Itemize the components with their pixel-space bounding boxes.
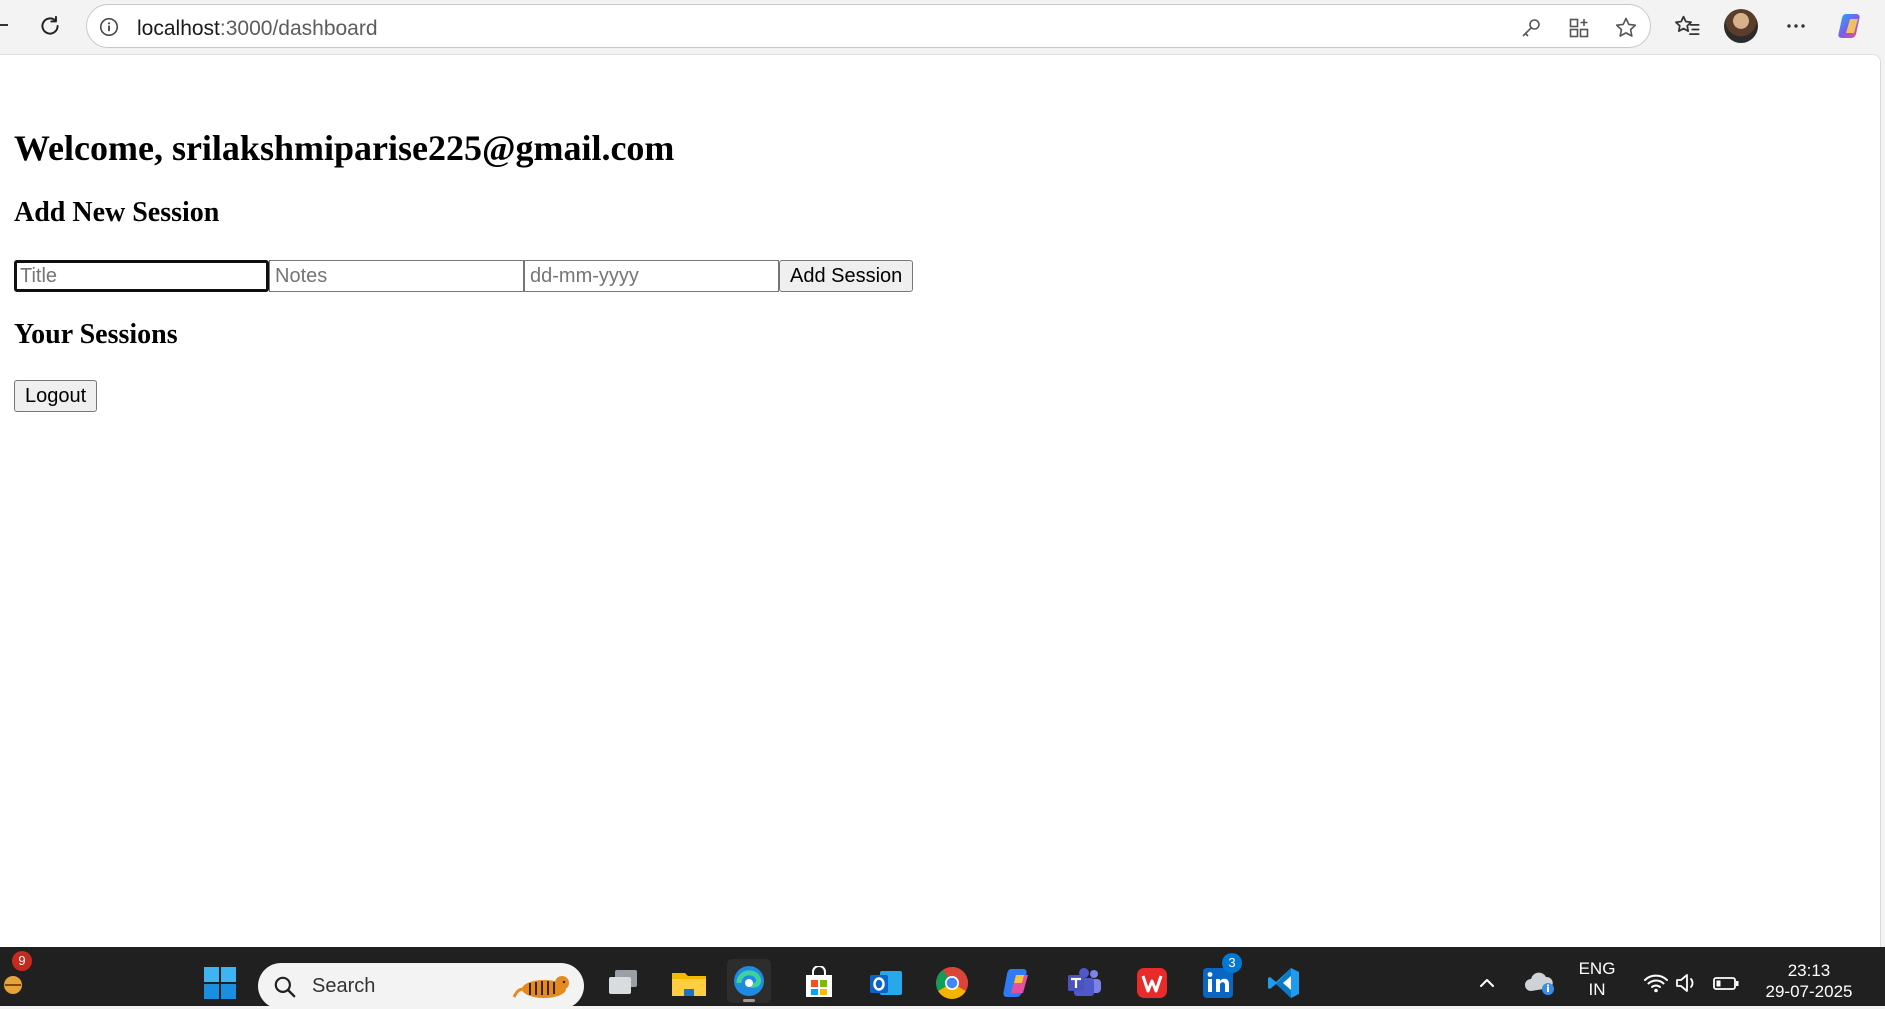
outlook-icon[interactable] xyxy=(864,961,908,1005)
vscode-icon[interactable] xyxy=(1262,961,1306,1005)
file-explorer-icon[interactable] xyxy=(667,961,711,1005)
search-icon xyxy=(274,976,296,998)
windows-taskbar: 9 Search 3 ENG IN 23:13 29-07-2025 xyxy=(0,947,1885,1009)
widgets-badge: 9 xyxy=(12,951,32,971)
onedrive-status-icon[interactable] xyxy=(1520,961,1560,1005)
linkedin-icon[interactable]: 3 xyxy=(1196,953,1242,1005)
your-sessions-heading: Your Sessions xyxy=(14,319,178,350)
language-code: ENG xyxy=(1578,959,1616,978)
url-path: :3000/dashboard xyxy=(219,17,378,40)
add-session-button[interactable]: Add Session xyxy=(779,260,914,292)
date-input[interactable] xyxy=(524,260,779,292)
edge-icon[interactable] xyxy=(727,959,771,1003)
avatar xyxy=(1724,9,1758,43)
clock[interactable]: 23:13 29-07-2025 xyxy=(1753,960,1865,1002)
show-hidden-icons-chevron-icon[interactable] xyxy=(1470,961,1504,1005)
url-host: localhost xyxy=(137,17,220,40)
reload-icon xyxy=(41,15,59,35)
task-view-icon[interactable] xyxy=(601,961,645,1005)
notes-input[interactable] xyxy=(269,260,524,292)
logout-button[interactable]: Logout xyxy=(14,380,98,412)
taskbar-search-box[interactable]: Search xyxy=(258,963,584,1009)
linkedin-badge: 3 xyxy=(1222,953,1242,973)
wps-office-icon[interactable] xyxy=(1130,961,1174,1005)
search-label: Search xyxy=(312,975,376,997)
add-session-form: Add Session xyxy=(14,260,914,292)
browser-toolbar: localhost:3000/dashboard xyxy=(0,0,1885,54)
wifi-icon[interactable] xyxy=(1639,961,1673,1005)
microsoft-store-icon[interactable] xyxy=(797,961,841,1005)
page-viewport: Welcome, srilakshmiparise225@gmail.com A… xyxy=(0,54,1881,947)
windows-start-icon[interactable] xyxy=(198,961,242,1005)
widgets-icon[interactable]: 9 xyxy=(0,951,32,1005)
clock-date: 29-07-2025 xyxy=(1765,982,1853,1001)
app-available-icon[interactable] xyxy=(1566,15,1592,41)
title-input[interactable] xyxy=(14,260,269,292)
favorites-icon[interactable] xyxy=(1670,9,1704,43)
reload-button[interactable] xyxy=(34,10,66,42)
back-icon[interactable] xyxy=(0,24,8,26)
address-bar[interactable]: localhost:3000/dashboard xyxy=(86,4,1651,48)
battery-icon[interactable] xyxy=(1709,961,1743,1005)
more-options-icon[interactable] xyxy=(1779,9,1813,43)
favorite-star-icon[interactable] xyxy=(1613,15,1639,41)
profile-avatar[interactable] xyxy=(1724,9,1758,43)
volume-icon[interactable] xyxy=(1670,961,1704,1005)
language-region: IN xyxy=(1588,980,1606,999)
chrome-icon[interactable] xyxy=(930,961,974,1005)
add-session-heading: Add New Session xyxy=(14,197,220,228)
password-key-icon[interactable] xyxy=(1518,15,1544,41)
tiger-highlight-icon xyxy=(512,976,569,998)
teams-icon[interactable] xyxy=(1063,961,1107,1005)
clock-time: 23:13 xyxy=(1787,961,1831,980)
site-info-icon[interactable] xyxy=(97,15,121,39)
url-text[interactable]: localhost:3000/dashboard xyxy=(137,17,378,41)
copilot-app-icon[interactable] xyxy=(996,961,1040,1005)
copilot-icon[interactable] xyxy=(1835,9,1869,43)
welcome-heading: Welcome, srilakshmiparise225@gmail.com xyxy=(14,128,675,168)
language-indicator[interactable]: ENG IN xyxy=(1577,958,1617,1000)
